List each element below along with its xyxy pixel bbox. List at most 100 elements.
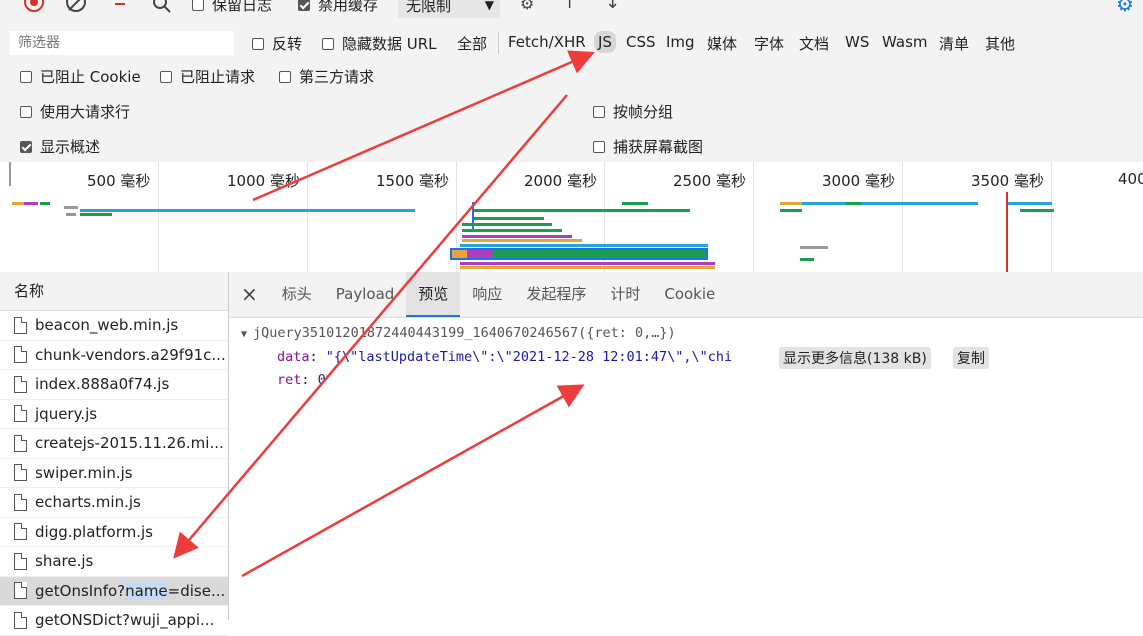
checkbox-box (593, 105, 605, 118)
preview-root[interactable]: ▼ jQuery35101201872440443199_164067024656… (241, 325, 676, 341)
request-details: × 标头 Payload 预览 响应 发起程序 计时 Cookie ▼ jQuer… (229, 272, 1143, 620)
disable-cache-checkbox[interactable]: 禁用缓存 (298, 0, 378, 15)
gridline (753, 162, 754, 272)
close-icon[interactable]: × (229, 272, 270, 317)
filter-icon[interactable] (112, 0, 128, 5)
gear-icon[interactable]: ⚙ (1116, 0, 1134, 16)
file-icon (14, 611, 27, 629)
hide-data-url-label: 隐藏数据 URL (342, 35, 437, 53)
filter-type-ws[interactable]: WS (845, 33, 869, 51)
tab-payload[interactable]: Payload (324, 272, 407, 317)
request-name-suffix: =dise... (167, 581, 226, 600)
gridline (158, 162, 159, 272)
preserve-log-checkbox[interactable]: 保留日志 (192, 0, 272, 15)
timeline-bar (1020, 209, 1054, 212)
tab-initiator[interactable]: 发起程序 (514, 272, 598, 317)
colon: : (301, 372, 318, 388)
request-row[interactable]: getONSDict?wuji_appi... (0, 606, 228, 636)
filter-type-all[interactable]: 全部 (457, 33, 487, 54)
timeline-bar (460, 244, 708, 247)
disable-cache-label: 禁用缓存 (318, 0, 379, 14)
blocked-requests-label: 已阻止请求 (180, 68, 256, 86)
third-party-checkbox[interactable]: 第三方请求 (279, 66, 374, 87)
request-list: 名称 beacon_web.min.js chunk-vendors.a29f9… (0, 272, 229, 636)
request-row[interactable]: swiper.min.js (0, 459, 228, 488)
show-overview-label: 显示概述 (40, 138, 101, 156)
file-icon (14, 316, 27, 334)
filter-type-doc[interactable]: 文档 (799, 33, 829, 54)
filter-type-img[interactable]: Img (666, 33, 695, 51)
throttle-value: 无限制 (406, 0, 452, 15)
filter-type-css[interactable]: CSS (626, 33, 656, 51)
blocked-cookies-checkbox[interactable]: 已阻止 Cookie (20, 66, 141, 87)
large-rows-checkbox[interactable]: 使用大请求行 (20, 101, 130, 122)
blocked-cookies-label: 已阻止 Cookie (40, 68, 141, 86)
filter-type-fetch-xhr[interactable]: Fetch/XHR (508, 33, 586, 51)
filter-type-js[interactable]: JS (594, 31, 616, 53)
request-row[interactable]: echarts.min.js (0, 488, 228, 518)
file-icon (14, 405, 27, 423)
data-value: "{\"lastUpdateTime\":\"2021-12-28 12:01:… (325, 349, 733, 365)
tab-cookies[interactable]: Cookie (652, 272, 727, 317)
request-name: echarts.min.js (35, 493, 141, 512)
show-overview-checkbox[interactable]: 显示概述 (20, 136, 100, 157)
request-row[interactable]: createjs-2015.11.26.mi... (0, 429, 228, 459)
filter-type-wasm[interactable]: Wasm (882, 33, 928, 51)
checkbox-box (20, 140, 32, 153)
preview-ret-line: ret: 0 (277, 372, 326, 388)
throttle-select[interactable]: 无限制 ▼ (398, 0, 500, 18)
checkbox-box (252, 37, 264, 50)
checkbox-box (192, 0, 204, 11)
tab-response[interactable]: 响应 (460, 272, 514, 317)
timeline-bar (474, 217, 544, 220)
request-name: chunk-vendors.a29f91c... (35, 345, 226, 364)
timeline-bar (800, 258, 814, 261)
preview-data-line: data: "{\"lastUpdateTime\":\"2021-12-28 … (277, 349, 732, 365)
request-row[interactable]: digg.platform.js (0, 518, 228, 547)
request-row[interactable]: chunk-vendors.a29f91c... (0, 341, 228, 370)
tab-preview[interactable]: 预览 (406, 272, 461, 317)
capture-screenshots-checkbox[interactable]: 捕获屏幕截图 (593, 136, 703, 157)
request-row[interactable]: beacon_web.min.js (0, 311, 228, 341)
request-row-selected[interactable]: getOnsInfo?name=dise... (0, 576, 228, 606)
hide-data-url-checkbox[interactable]: 隐藏数据 URL (322, 33, 437, 54)
clear-icon[interactable] (66, 0, 86, 12)
import-har-icon[interactable]: ↑ (562, 0, 577, 13)
timeline-bar (64, 206, 78, 209)
timeline-bar (1008, 202, 1052, 205)
filter-input[interactable] (10, 31, 234, 55)
request-row[interactable]: index.888a0f74.js (0, 370, 228, 400)
checkbox-box (279, 70, 291, 83)
request-name: getOnsInfo?name=dise... (35, 581, 226, 600)
name-column-header[interactable]: 名称 (0, 272, 228, 311)
search-icon[interactable] (152, 0, 172, 14)
export-har-icon[interactable]: ↓ (605, 0, 620, 13)
filter-type-other[interactable]: 其他 (985, 33, 1015, 54)
tab-headers[interactable]: 标头 (270, 272, 324, 317)
request-row[interactable]: share.js (0, 547, 228, 577)
request-name-prefix: getOnsInfo? (35, 581, 126, 600)
checkbox-box (20, 70, 32, 83)
filter-type-media[interactable]: 媒体 (707, 33, 737, 54)
timeline-bar (800, 246, 828, 249)
copy-button[interactable]: 复制 (953, 347, 989, 369)
request-name: share.js (35, 552, 94, 571)
network-conditions-icon[interactable]: ⚙ (520, 0, 534, 13)
group-by-frame-checkbox[interactable]: 按帧分组 (593, 101, 673, 122)
timeline-overview[interactable]: 500 毫秒 1000 毫秒 1500 毫秒 2000 毫秒 2500 毫秒 3… (0, 162, 1143, 273)
filter-type-font[interactable]: 字体 (754, 33, 784, 54)
request-row[interactable]: jquery.js (0, 400, 228, 429)
record-icon[interactable] (24, 0, 44, 12)
filter-type-manifest[interactable]: 清单 (939, 33, 969, 54)
data-key: data (277, 349, 310, 365)
timeline-tick: 400 (1118, 170, 1143, 188)
tab-timing[interactable]: 计时 (598, 272, 652, 317)
timeline-selection (450, 248, 708, 260)
timeline-bar (12, 202, 24, 205)
show-more-button[interactable]: 显示更多信息(138 kB) (779, 347, 931, 369)
request-name: createjs-2015.11.26.mi... (35, 434, 224, 453)
file-icon (14, 582, 27, 600)
triangle-down-icon[interactable]: ▼ (241, 329, 247, 340)
invert-checkbox[interactable]: 反转 (252, 33, 302, 54)
blocked-requests-checkbox[interactable]: 已阻止请求 (160, 66, 255, 87)
